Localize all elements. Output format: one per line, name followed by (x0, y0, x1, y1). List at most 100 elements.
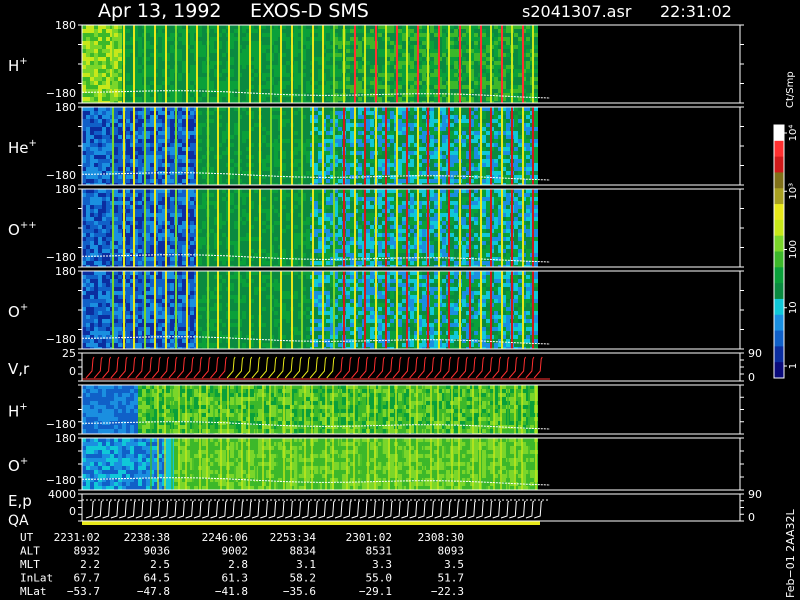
x-row-value: 61.3 (222, 572, 249, 585)
x-row-value: −22.3 (431, 585, 464, 598)
x-row-value: 2.8 (228, 558, 248, 571)
spectrogram-stripes (112, 189, 534, 267)
y-min-label: −180 (46, 169, 76, 182)
footer-label: Feb−01 2AA32L (784, 508, 797, 598)
x-row-value: 3.5 (444, 558, 464, 571)
panel-label: O++ (8, 220, 37, 239)
x-row-value: 2238:38 (124, 531, 170, 544)
spectrogram-stripes (112, 25, 534, 103)
x-row-value: 64.5 (144, 572, 171, 585)
x-row-value: 67.7 (74, 572, 101, 585)
x-row-value: 8093 (438, 545, 465, 558)
y-max-label: 180 (55, 183, 76, 196)
panel-o-plus-plus: O++ 180 −180 (8, 183, 744, 268)
panel-label-sup: + (20, 302, 28, 313)
panel-label-sup: + (19, 56, 27, 67)
x-row-value: 9002 (222, 545, 249, 558)
y-min-label: 0 (69, 505, 76, 518)
y-max-label: 180 (55, 265, 76, 278)
y-min-label: 0 (69, 365, 76, 378)
panel-h-plus: H+ 180 −180 (8, 19, 744, 104)
x-row-value: −29.1 (359, 585, 392, 598)
colorbar-swatch (774, 125, 784, 142)
x-row-value: 9036 (144, 545, 171, 558)
colorbar-swatch (774, 172, 784, 189)
colorbar-swatch (774, 188, 784, 205)
x-row-value: −41.8 (215, 585, 248, 598)
right-top-label: 90 (748, 347, 762, 360)
colorbar-swatch (774, 235, 784, 252)
spectrogram-stripes (112, 107, 534, 185)
velocity-trace (82, 356, 550, 380)
x-row-value: 55.0 (366, 572, 393, 585)
x-row-value: 2.2 (80, 558, 100, 571)
colorbar-swatch (774, 346, 784, 363)
x-row-value: 2308:30 (418, 531, 464, 544)
colorbar-tick-label: 10 (788, 301, 799, 314)
panel-label: He+ (8, 138, 37, 157)
panel-label-sup: + (19, 402, 27, 413)
plot-instrument: EXOS-D SMS (250, 0, 369, 22)
colorbar-swatch (774, 156, 784, 173)
colorbar-swatch (774, 251, 784, 268)
colorbar-swatch (774, 267, 784, 284)
plot-file: s2041307.asr (522, 2, 632, 21)
y-max-label: 4000 (48, 488, 76, 501)
x-row-value: −47.8 (137, 585, 170, 598)
x-row-value: 8932 (74, 545, 101, 558)
x-row-value: 2301:02 (346, 531, 392, 544)
colorbar-swatch (774, 330, 784, 347)
plot-date: Apr 13, 1992 (98, 0, 222, 22)
qa-bar (82, 521, 540, 525)
x-row-value: −53.7 (67, 585, 100, 598)
x-row-value: 8834 (290, 545, 317, 558)
panel-h-plus-2: H+ −180 (8, 384, 744, 435)
x-axis-table: UT 2231:02 2238:38 2246:06 2253:34 2301:02 230… (20, 531, 464, 598)
colorbar-swatch (774, 314, 784, 332)
y-max-label: 180 (55, 101, 76, 114)
y-min-label: −180 (46, 474, 76, 487)
panels: H+180−180He+180−180O++180−180O+180−180V,… (8, 19, 762, 529)
colorbar-unit: Ct/Smp (785, 71, 796, 108)
colorbar-swatch (774, 219, 784, 237)
x-row-value: −35.6 (283, 585, 316, 598)
x-row-value: 2.5 (150, 558, 170, 571)
right-top-label: 90 (748, 488, 762, 501)
x-row-value: 8531 (366, 545, 393, 558)
panel-label-sup: ++ (20, 220, 37, 231)
colorbar-swatch (774, 298, 784, 316)
colorbar-swatch (774, 283, 784, 300)
panel-label-2: QA (8, 513, 29, 529)
panel-label: V,r (8, 360, 30, 378)
right-bottom-label: 0 (748, 371, 755, 384)
colorbar-tick-label: 100 (788, 240, 799, 259)
y-min-label: −180 (46, 251, 76, 264)
x-row-label: InLat (20, 572, 53, 585)
panel-ep-qa: E,p QA 4000 0 90 0 (8, 488, 762, 529)
panel-label: H+ (8, 56, 28, 75)
colorbar-tick-label: 10⁴ (788, 125, 799, 142)
plot-time: 22:31:02 (660, 2, 732, 21)
panel-label: O+ (8, 302, 28, 321)
y-min-label: −180 (46, 87, 76, 100)
x-row-value: 51.7 (438, 572, 465, 585)
colorbar: 1 10 100 10³ 10⁴ Ct/Smp (773, 71, 799, 379)
panel-vr: V,r 25 0 90 0 (8, 347, 762, 384)
panel-label: H+ (8, 402, 28, 421)
colorbar-swatch (774, 204, 784, 221)
panel-label: O+ (8, 456, 28, 475)
right-bottom-label: 0 (748, 511, 755, 524)
colorbar-tick-label: 1 (788, 363, 799, 369)
y-max-label: 25 (62, 347, 76, 360)
colorbar-tick-label: 10³ (788, 183, 799, 200)
spectrogram-stripes (112, 271, 534, 349)
y-min-label: −180 (46, 418, 76, 431)
y-min-label: −180 (46, 333, 76, 346)
panel-label-sup: + (29, 138, 37, 149)
energy-trace (82, 499, 550, 519)
x-row-value: 3.3 (372, 558, 392, 571)
colorbar-swatch (774, 362, 784, 379)
x-row-value: 2246:06 (202, 531, 248, 544)
x-row-label: MLT (20, 558, 40, 571)
x-row-value: 2231:02 (54, 531, 100, 544)
